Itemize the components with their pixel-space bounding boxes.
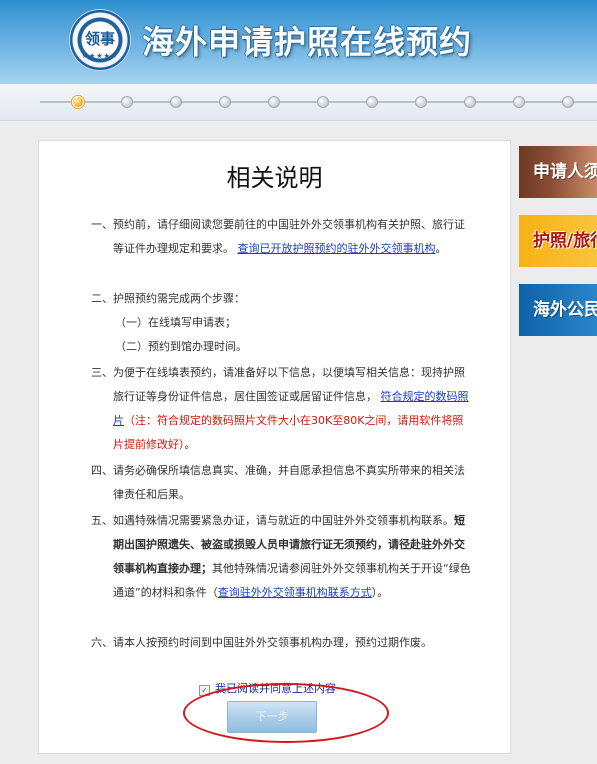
progress-step [317, 96, 329, 108]
item-body: 如遇特殊情况需要紧急办证，请与就近的中国驻外外交领事机构联系。短期出国护照遗失、… [113, 509, 473, 605]
item-number: 一、 [91, 218, 113, 231]
progress-step [121, 96, 133, 108]
item-body: 为便于在线填表预约，请准备好以下信息，以便填写相关信息：现持护照旅行证等身份证件… [113, 361, 473, 457]
emblem-stars: ★★★★★ [81, 52, 119, 60]
progress-step [366, 96, 378, 108]
applicant-notice-banner[interactable]: 申请人须知 [519, 146, 597, 198]
item-number: 六、 [91, 636, 113, 649]
open-consulates-link[interactable]: 查询已开放护照预约的驻外外交领事机构 [238, 242, 436, 255]
item-end: 。 [184, 438, 196, 451]
site-header: 领事 ★★★★★ 海外申请护照在线预约 [0, 0, 597, 84]
item-number: 三、 [91, 366, 113, 379]
item-body: 预约前，请仔细阅读您要前往的中国驻外外交领事机构有关护照、旅行证等证件办理规定和… [113, 213, 473, 261]
item-body: 护照预约需完成两个步骤： [113, 292, 245, 305]
passport-travel-doc-banner[interactable]: 护照/旅行证 [519, 215, 597, 267]
progress-step [464, 96, 476, 108]
progress-step [415, 96, 427, 108]
item-end: ）。 [371, 586, 389, 599]
step-fill-form: （一）在线填写申请表； [115, 316, 236, 329]
site-title: 海外申请护照在线预约 [142, 23, 473, 61]
progress-step [513, 96, 525, 108]
photo-size-warning: （注：符合规定的数码照片文件大小在30K至80K之间，请用软件将照片提前修改好） [113, 414, 464, 451]
item-number: 四、 [91, 464, 113, 477]
progress-steps [0, 84, 597, 121]
consular-affairs-emblem-icon: 领事 ★★★★★ [70, 10, 130, 70]
item-number: 二、 [91, 292, 113, 305]
notice-panel: 相关说明 一、 预约前，请仔细阅读您要前往的中国驻外外交领事机构有关护照、旅行证… [38, 140, 511, 754]
item-body: 请务必确保所填信息真实、准确，并自愿承担信息不真实所带来的相关法律责任和后果。 [113, 464, 465, 501]
step-book-appointment: （二）预约到馆办理时间。 [115, 340, 247, 353]
banner-label: 护照/旅行证 [533, 231, 597, 251]
progress-step [170, 96, 182, 108]
item-number: 五、 [91, 514, 113, 527]
progress-step [562, 96, 574, 108]
item-body: 请本人按预约时间到中国驻外外交领事机构办理，预约过期作废。 [113, 636, 432, 649]
banner-label: 海外公民 [533, 300, 597, 320]
consulate-contacts-link[interactable]: 查询驻外外交领事机构联系方式 [218, 586, 372, 599]
next-step-button[interactable]: 下一步 [227, 701, 317, 733]
emblem-glyph: 领事 [84, 30, 115, 48]
item-text: 如遇特殊情况需要紧急办证，请与就近的中国驻外外交领事机构联系。 [113, 514, 454, 527]
item-end: 。 [435, 242, 447, 255]
notice-title: 相关说明 [226, 164, 323, 192]
progress-step-current [72, 96, 84, 108]
progress-step [219, 96, 231, 108]
progress-step [268, 96, 280, 108]
banner-label: 申请人须知 [533, 162, 597, 182]
overseas-citizens-banner[interactable]: 海外公民 [519, 284, 597, 336]
